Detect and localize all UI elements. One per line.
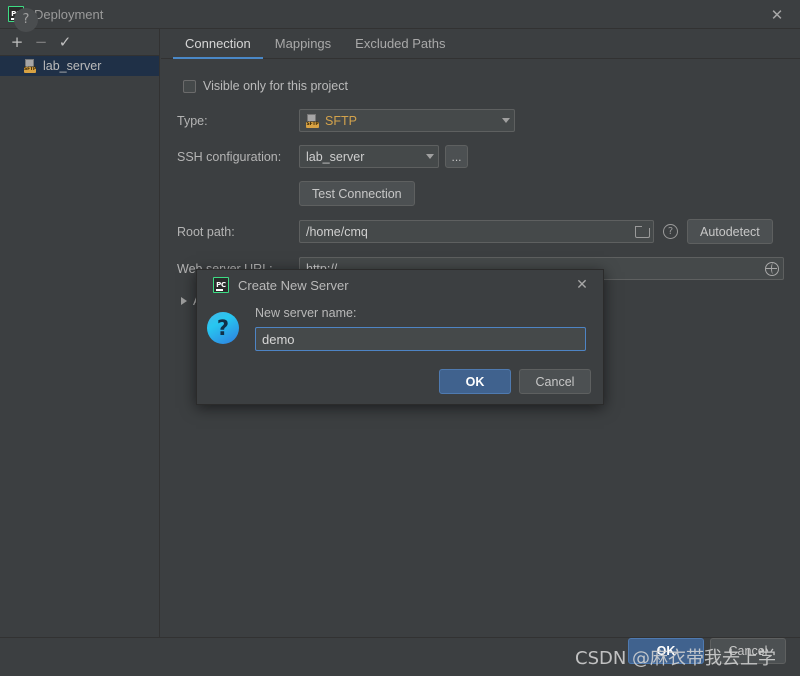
ssh-configuration-value: lab_server [306,149,365,164]
root-path-input[interactable]: /home/cmq [299,220,654,243]
visible-only-checkbox[interactable] [183,79,196,93]
dialog-cancel-button[interactable]: Cancel [519,369,591,394]
set-default-server-button[interactable]: ✓ [54,31,76,53]
window-title-bar: PC Deployment ✕ [0,0,800,29]
dialog-ok-button[interactable]: OK [439,369,511,394]
question-icon: ? [207,312,239,344]
chevron-down-icon [426,154,434,159]
ssh-configuration-label: SSH configuration: [177,149,282,164]
test-connection-row: Test Connection [177,181,784,206]
cancel-button[interactable]: Cancel [710,638,786,664]
autodetect-button[interactable]: Autodetect [687,219,773,244]
servers-toolbar: + − ✓ [0,29,159,56]
remove-server-button[interactable]: − [30,31,52,53]
deployment-window: PC Deployment ✕ + − ✓ SFTP lab_server Co… [0,0,800,676]
ok-button[interactable]: OK [628,638,704,664]
globe-icon[interactable] [765,261,779,276]
dialog-close-icon[interactable]: ✕ [565,270,599,300]
test-connection-button[interactable]: Test Connection [299,181,415,206]
create-new-server-dialog: PC Create New Server ✕ ? New server name… [196,269,604,405]
tab-mappings[interactable]: Mappings [263,30,343,58]
new-server-name-label: New server name: [255,306,357,320]
server-tree-item-lab-server[interactable]: SFTP lab_server [0,56,159,76]
type-value: SFTP [325,113,357,128]
sftp-server-icon: SFTP [24,59,38,73]
type-label: Type: [177,113,208,128]
close-icon[interactable]: ✕ [754,0,800,29]
folder-icon[interactable] [635,225,650,238]
sftp-type-badge-label: SFTP [306,121,319,128]
servers-panel: + − ✓ SFTP lab_server [0,29,160,637]
sftp-badge-label: SFTP [24,67,36,73]
tab-excluded-paths[interactable]: Excluded Paths [343,30,457,58]
root-path-help-icon[interactable]: ? [663,224,678,239]
settings-tabs: Connection Mappings Excluded Paths [161,29,800,59]
dialog-title: Create New Server [238,277,349,293]
dialog-buttons: OK Cancel [439,369,591,394]
root-path-value: /home/cmq [306,224,368,239]
sftp-type-icon: SFTP [306,113,320,128]
root-path-row: Root path: /home/cmq ? Autodetect [177,219,784,244]
chevron-right-icon[interactable] [181,297,187,305]
ssh-configuration-browse-button[interactable]: ... [445,145,468,168]
add-server-button[interactable]: + [6,31,28,53]
window-title: Deployment [34,6,104,22]
ssh-configuration-dropdown[interactable]: lab_server [299,145,439,168]
type-dropdown[interactable]: SFTP SFTP [299,109,515,132]
pycharm-logo-icon: PC [213,277,229,293]
server-tree-item-label: lab_server [43,59,102,73]
visible-only-row[interactable]: Visible only for this project [183,79,784,93]
help-button[interactable]: ? [14,8,38,32]
dialog-title-bar: PC Create New Server ✕ [197,270,603,300]
tab-connection[interactable]: Connection [173,30,263,59]
type-row: Type: SFTP SFTP [177,109,784,132]
visible-only-label: Visible only for this project [203,79,348,93]
chevron-down-icon [502,118,510,123]
root-path-label: Root path: [177,224,235,239]
server-tree: SFTP lab_server [0,56,159,76]
dialog-body: ? New server name: demo [197,300,603,351]
ssh-configuration-row: SSH configuration: lab_server ... [177,145,784,168]
dialog-fields: New server name: demo [255,306,589,351]
new-server-name-input[interactable]: demo [255,327,586,351]
